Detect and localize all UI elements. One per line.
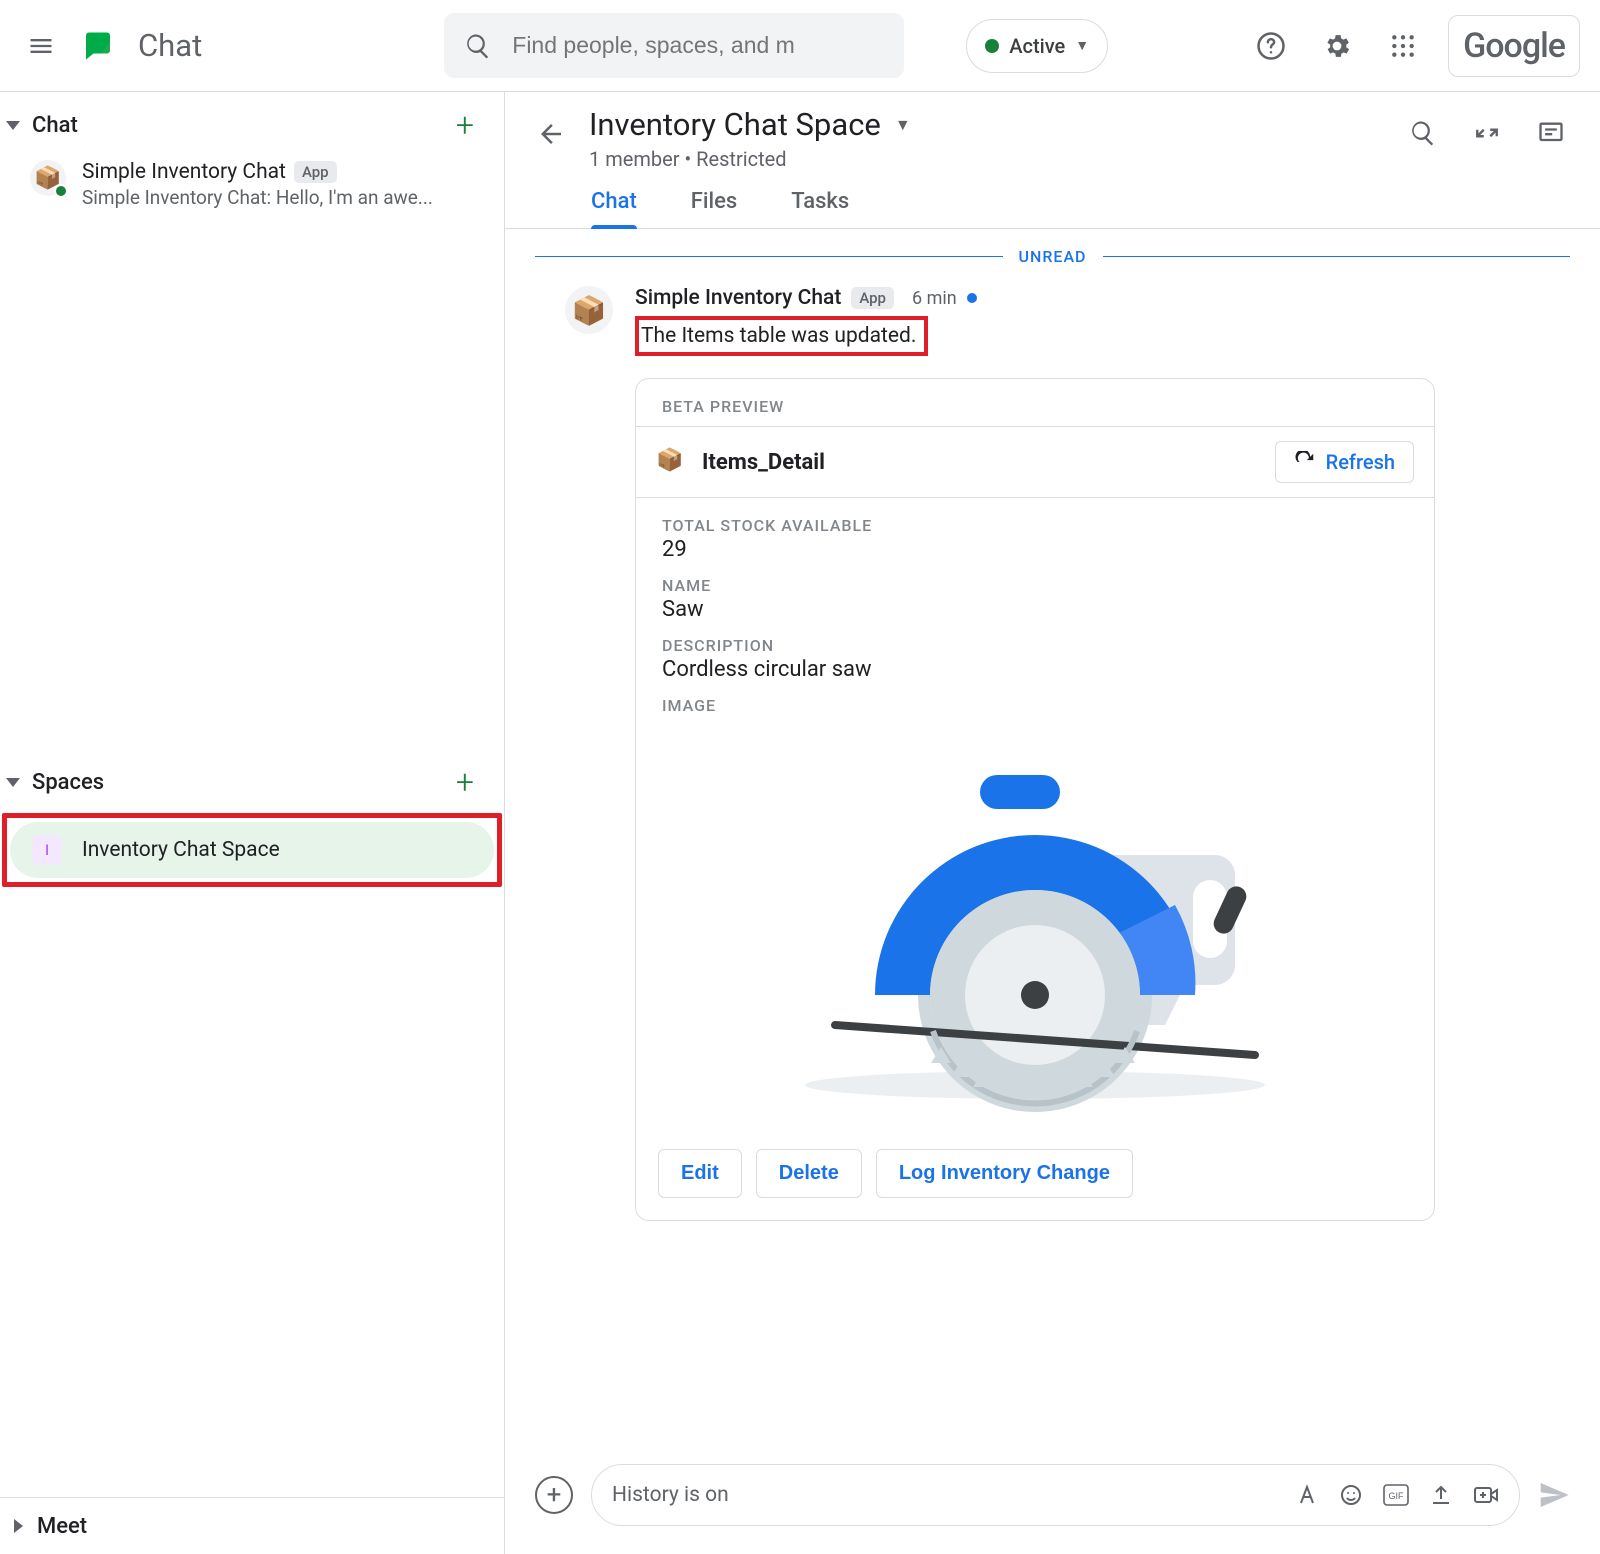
back-button[interactable] <box>529 112 573 156</box>
space-subtitle: 1 member • Restricted <box>589 147 1402 171</box>
sidebar: Chat + 📦 Simple Inventory Chat App Simpl… <box>0 92 505 1554</box>
spaces-section-header[interactable]: Spaces + <box>0 757 504 807</box>
space-item-label: Inventory Chat Space <box>82 838 280 862</box>
chevron-right-icon <box>14 1519 23 1533</box>
highlighted-message-text: The Items table was updated. <box>635 316 928 356</box>
meet-section-label: Meet <box>37 1514 504 1539</box>
chat-section-label: Chat <box>32 113 456 138</box>
unread-divider: UNREAD <box>535 247 1570 266</box>
refresh-label: Refresh <box>1326 450 1395 474</box>
field-label-stock: TOTAL STOCK AVAILABLE <box>662 516 1408 535</box>
new-space-button[interactable]: + <box>456 766 474 798</box>
chevron-down-icon <box>6 121 20 130</box>
message: 📦 Simple Inventory Chat App 6 min The It… <box>565 286 1520 1221</box>
refresh-icon <box>1294 451 1316 473</box>
collapse-button[interactable] <box>1466 112 1508 154</box>
add-content-button[interactable]: + <box>535 1476 573 1514</box>
unread-dot-icon <box>967 293 977 303</box>
status-selector[interactable]: Active ▼ <box>966 19 1108 73</box>
open-thread-button[interactable] <box>1530 112 1572 154</box>
chat-section-header[interactable]: Chat + <box>0 100 504 150</box>
space-menu-caret-icon[interactable]: ▼ <box>895 115 911 135</box>
create-meeting-icon[interactable] <box>1473 1484 1499 1506</box>
space-name: Inventory Chat Space <box>589 106 881 143</box>
space-tabs: Chat Files Tasks <box>505 189 1600 229</box>
space-list-item[interactable]: I Inventory Chat Space <box>10 822 494 878</box>
edit-button[interactable]: Edit <box>658 1149 742 1198</box>
card-beta-label: BETA PREVIEW <box>636 379 1434 426</box>
message-composer[interactable]: History is on GIF <box>591 1464 1520 1526</box>
apps-grid-button[interactable] <box>1382 25 1424 67</box>
google-logo[interactable]: Google <box>1448 15 1580 77</box>
app-badge: App <box>851 287 894 309</box>
field-value-stock: 29 <box>662 537 1408 562</box>
upload-icon[interactable] <box>1429 1483 1453 1507</box>
top-bar: Chat Active ▼ Google <box>0 0 1600 92</box>
spaces-section-label: Spaces <box>32 770 456 795</box>
app-title: Chat <box>138 27 202 64</box>
message-text: The Items table was updated. <box>641 324 916 348</box>
search-in-space-button[interactable] <box>1402 112 1444 154</box>
log-inventory-change-button[interactable]: Log Inventory Change <box>876 1149 1133 1198</box>
tab-files[interactable]: Files <box>691 189 737 228</box>
composer-hint: History is on <box>612 1483 1295 1507</box>
main-menu-button[interactable] <box>20 25 62 67</box>
caret-down-icon: ▼ <box>1075 37 1089 54</box>
status-label: Active <box>1009 34 1065 58</box>
emoji-icon[interactable] <box>1339 1483 1363 1507</box>
content-area: Inventory Chat Space ▼ 1 member • Restri… <box>505 92 1600 1554</box>
chevron-down-icon <box>6 778 20 787</box>
space-avatar: I <box>32 835 62 865</box>
new-chat-button[interactable]: + <box>456 109 474 141</box>
presence-dot-icon <box>54 184 68 198</box>
field-label-name: NAME <box>662 576 1408 595</box>
message-time: 6 min <box>912 288 957 309</box>
chat-logo-icon <box>78 26 118 66</box>
chat-item-avatar: 📦 <box>30 160 66 196</box>
meet-section-header[interactable]: Meet <box>0 1498 504 1554</box>
field-label-image: IMAGE <box>662 696 1408 715</box>
settings-button[interactable] <box>1316 25 1358 67</box>
search-icon <box>464 32 492 60</box>
app-badge: App <box>294 161 337 183</box>
refresh-button[interactable]: Refresh <box>1275 441 1414 483</box>
field-value-description: Cordless circular saw <box>662 657 1408 682</box>
circular-saw-illustration <box>755 735 1315 1115</box>
chat-item-title: Simple Inventory Chat <box>82 160 286 184</box>
chat-item-preview: Simple Inventory Chat: Hello, I'm an awe… <box>82 186 486 209</box>
gif-icon[interactable]: GIF <box>1383 1484 1409 1506</box>
search-input[interactable] <box>512 32 884 59</box>
tab-tasks[interactable]: Tasks <box>791 189 849 228</box>
help-button[interactable] <box>1250 25 1292 67</box>
card-title: Items_Detail <box>702 450 1275 475</box>
status-dot-icon <box>985 39 999 53</box>
message-avatar: 📦 <box>565 286 613 334</box>
field-label-description: DESCRIPTION <box>662 636 1408 655</box>
app-card: BETA PREVIEW 📦 Items_Detail Refresh <box>635 378 1435 1221</box>
format-icon[interactable] <box>1295 1483 1319 1507</box>
package-icon: 📦 <box>656 448 684 476</box>
send-button[interactable] <box>1538 1479 1570 1511</box>
delete-button[interactable]: Delete <box>756 1149 862 1198</box>
card-image <box>636 725 1434 1135</box>
field-value-name: Saw <box>662 597 1408 622</box>
message-sender: Simple Inventory Chat <box>635 286 841 310</box>
unread-label: UNREAD <box>1003 247 1103 266</box>
tab-chat[interactable]: Chat <box>591 189 637 228</box>
search-box[interactable] <box>444 13 904 78</box>
highlighted-space-item: I Inventory Chat Space <box>2 813 502 887</box>
svg-text:GIF: GIF <box>1389 1491 1405 1501</box>
chat-list-item[interactable]: 📦 Simple Inventory Chat App Simple Inven… <box>0 150 504 217</box>
